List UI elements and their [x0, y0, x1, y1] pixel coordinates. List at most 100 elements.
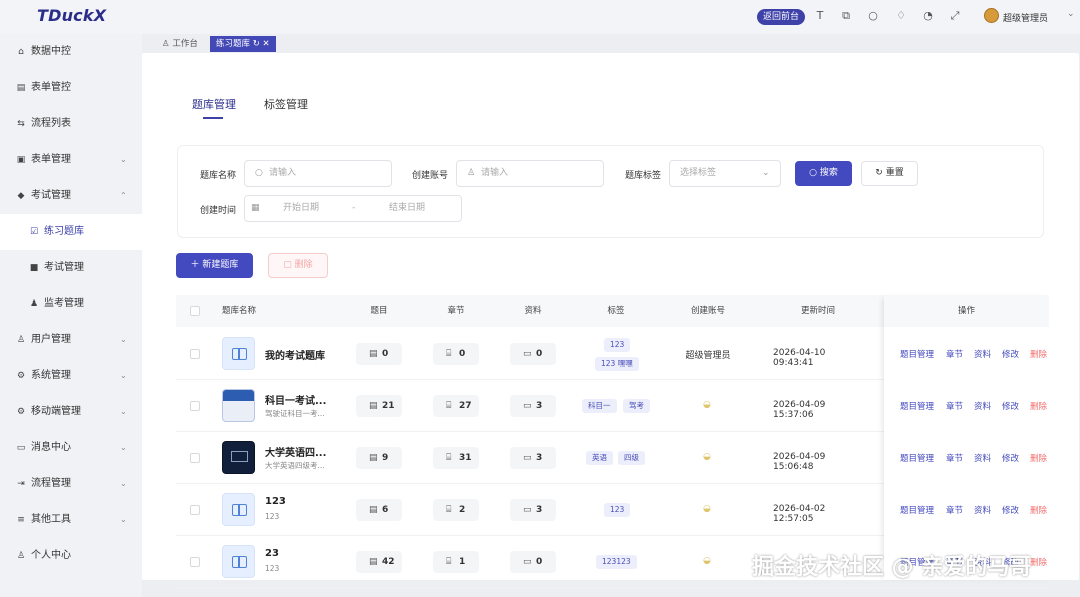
font-size-icon[interactable]: T: [814, 10, 826, 22]
row-checkbox[interactable]: [190, 349, 200, 359]
delete-link[interactable]: 删除: [1030, 556, 1047, 568]
questions-count[interactable]: ▤ 42: [356, 551, 402, 573]
bank-cover-icon: [222, 337, 255, 370]
user-name[interactable]: 超级管理员: [1003, 11, 1048, 24]
sidebar-item-exam-sub[interactable]: ■ 考试管理: [0, 250, 142, 286]
tag-select[interactable]: 选择标签 ⌄: [669, 160, 781, 187]
questions-count[interactable]: ▤ 21: [356, 395, 402, 417]
chevron-down-icon[interactable]: ⌄: [1067, 9, 1075, 19]
manage-questions-link[interactable]: 题目管理: [900, 348, 934, 360]
bank-cover-image: [222, 441, 255, 474]
questions-count[interactable]: ▤ 0: [356, 343, 402, 365]
materials-count[interactable]: ▭ 3: [510, 447, 556, 469]
delete-link[interactable]: 删除: [1030, 452, 1047, 464]
edit-link[interactable]: 修改: [1002, 348, 1019, 360]
avatar[interactable]: [984, 8, 999, 23]
sidebar-item-proctor[interactable]: ♟ 监考管理: [0, 286, 142, 322]
chapters-link[interactable]: 章节: [946, 348, 963, 360]
bank-name-input[interactable]: ○ 请输入: [244, 160, 392, 187]
bank-cover-icon: [222, 493, 255, 526]
materials-link[interactable]: 资料: [974, 504, 991, 516]
chapters-link[interactable]: 章节: [946, 504, 963, 516]
row-checkbox[interactable]: [190, 557, 200, 567]
materials-count[interactable]: ▭ 0: [510, 551, 556, 573]
top-header: TDuckX 返回前台 T ⧉ ○ ♢ ◔ ⤢ 超级管理员 ⌄: [0, 0, 1080, 34]
row-checkbox[interactable]: [190, 505, 200, 515]
app-logo[interactable]: TDuckX: [37, 6, 106, 25]
user-avatar-icon: ◒: [703, 400, 711, 410]
notification-icon[interactable]: ◔: [922, 10, 934, 22]
sidebar-item-exam-manage[interactable]: ◆ 考试管理 ⌃: [0, 178, 142, 214]
tools-icon: ≡: [17, 515, 25, 525]
manage-questions-link[interactable]: 题目管理: [900, 452, 934, 464]
chapters-count[interactable]: ⌸ 1: [433, 551, 479, 573]
calendar-icon: ▦: [251, 203, 260, 213]
chapters-count[interactable]: ⌸ 2: [433, 499, 479, 521]
bank-name[interactable]: 123: [265, 496, 286, 507]
bank-name[interactable]: 大学英语四...: [265, 444, 326, 459]
materials-count[interactable]: ▭ 0: [510, 343, 556, 365]
sidebar-item-users[interactable]: ♙ 用户管理 ⌄: [0, 322, 142, 358]
manage-questions-link[interactable]: 题目管理: [900, 400, 934, 412]
materials-link[interactable]: 资料: [974, 400, 991, 412]
refresh-icon[interactable]: ↻: [253, 39, 260, 49]
sidebar-item-messages[interactable]: ▭ 消息中心 ⌄: [0, 430, 142, 466]
materials-count[interactable]: ▭ 3: [510, 395, 556, 417]
tag-practice-bank[interactable]: 练习题库 ↻ ✕: [210, 36, 276, 52]
sidebar-item-form-control[interactable]: ▤ 表单管控: [0, 70, 142, 106]
tag-badge: 123 嘿嘿: [595, 357, 639, 371]
col-creator: 创建账号: [690, 306, 725, 316]
sidebar-item-practice-bank[interactable]: ☑ 练习题库: [0, 214, 142, 250]
bank-name[interactable]: 23: [265, 548, 279, 559]
chapters-link[interactable]: 章节: [946, 452, 963, 464]
close-icon[interactable]: ✕: [263, 39, 270, 49]
flow-icon: ⇆: [17, 119, 25, 129]
tag-workbench[interactable]: ♙ 工作台: [156, 36, 204, 52]
delete-button[interactable]: ▢ 删除: [268, 253, 328, 278]
box-icon: ⌸: [446, 349, 452, 359]
edit-link[interactable]: 修改: [1002, 400, 1019, 412]
row-checkbox[interactable]: [190, 453, 200, 463]
back-to-frontend-button[interactable]: 返回前台: [757, 9, 806, 25]
select-all-checkbox[interactable]: [190, 306, 200, 316]
materials-link[interactable]: 资料: [974, 348, 991, 360]
delete-link[interactable]: 删除: [1030, 504, 1047, 516]
translate-icon[interactable]: ⧉: [840, 10, 852, 22]
manage-questions-link[interactable]: 题目管理: [900, 504, 934, 516]
row-checkbox[interactable]: [190, 401, 200, 411]
chevron-down-icon: ⌄: [120, 515, 127, 524]
sidebar-item-mobile[interactable]: ⚙ 移动端管理 ⌄: [0, 394, 142, 430]
sidebar-item-form-manage[interactable]: ▣ 表单管理 ⌄: [0, 142, 142, 178]
new-bank-button[interactable]: ＋ 新建题库: [176, 253, 253, 278]
edit-link[interactable]: 修改: [1002, 504, 1019, 516]
chapters-count[interactable]: ⌸ 31: [433, 447, 479, 469]
document-icon: ▤: [369, 557, 378, 567]
sidebar-item-dashboard[interactable]: ⌂ 数据中控: [0, 34, 142, 70]
search-icon[interactable]: ○: [867, 10, 879, 22]
date-range-picker[interactable]: ▦ 开始日期 - 结束日期: [244, 195, 462, 222]
reset-button[interactable]: ↻ 重置: [861, 161, 918, 186]
chapters-link[interactable]: 章节: [946, 400, 963, 412]
search-button[interactable]: ○ 搜索: [795, 161, 852, 186]
sidebar-item-system[interactable]: ⚙ 系统管理 ⌄: [0, 358, 142, 394]
materials-count[interactable]: ▭ 3: [510, 499, 556, 521]
tab-tag-manage[interactable]: 标签管理: [264, 96, 308, 112]
questions-count[interactable]: ▤ 6: [356, 499, 402, 521]
shirt-icon[interactable]: ♢: [895, 10, 907, 22]
chapters-count[interactable]: ⌸ 0: [433, 343, 479, 365]
sidebar-item-process[interactable]: ⇥ 流程管理 ⌄: [0, 466, 142, 502]
tab-question-bank[interactable]: 题库管理: [192, 96, 236, 112]
bank-name[interactable]: 科目一考试...: [265, 392, 326, 407]
sidebar-item-profile[interactable]: ♙ 个人中心: [0, 538, 142, 574]
bank-name[interactable]: 我的考试题库: [265, 347, 325, 362]
materials-link[interactable]: 资料: [974, 452, 991, 464]
sidebar-item-tools[interactable]: ≡ 其他工具 ⌄: [0, 502, 142, 538]
chapters-count[interactable]: ⌸ 27: [433, 395, 479, 417]
questions-count[interactable]: ▤ 9: [356, 447, 402, 469]
account-input[interactable]: ♙ 请输入: [456, 160, 604, 187]
sidebar-item-flow-list[interactable]: ⇆ 流程列表: [0, 106, 142, 142]
edit-link[interactable]: 修改: [1002, 452, 1019, 464]
delete-link[interactable]: 删除: [1030, 348, 1047, 360]
fullscreen-icon[interactable]: ⤢: [949, 10, 961, 22]
delete-link[interactable]: 删除: [1030, 400, 1047, 412]
